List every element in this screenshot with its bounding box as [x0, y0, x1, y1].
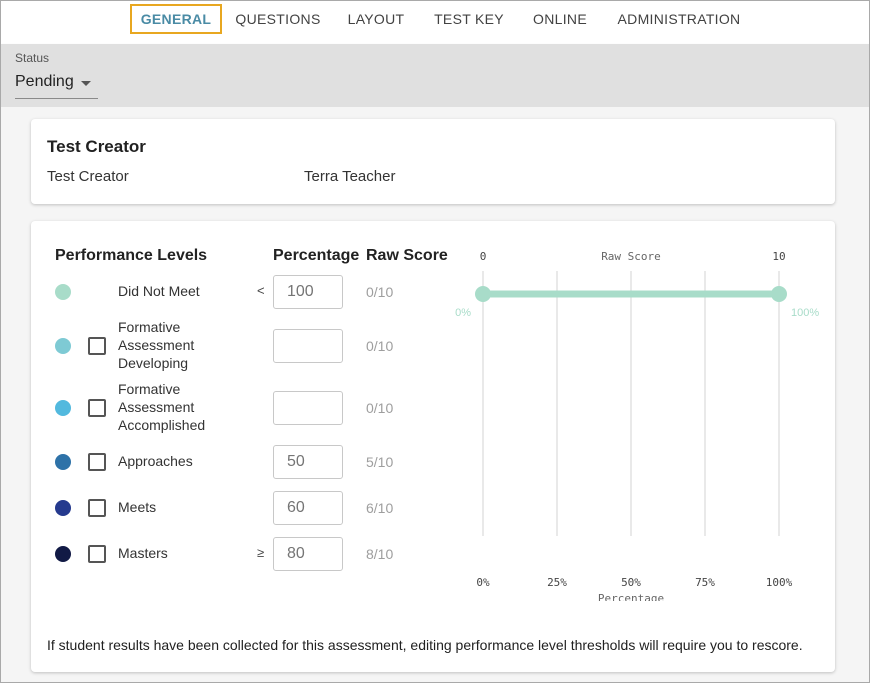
performance-chart: 0 Raw Score 10 0% 25% 50% 75% 100% Perce…: [455, 250, 819, 601]
tab-online[interactable]: ONLINE: [524, 4, 596, 34]
tab-test-key[interactable]: TEST KEY: [428, 4, 510, 34]
tab-bar: GENERAL QUESTIONS LAYOUT TEST KEY ONLINE…: [0, 0, 870, 44]
raw-score-axis-label: Raw Score: [601, 250, 661, 263]
raw-score-axis-max: 10: [772, 250, 785, 263]
percentage-input[interactable]: [273, 537, 343, 571]
raw-score-header: Raw Score: [366, 247, 448, 264]
level-color-dot: [55, 338, 71, 354]
level-checkbox[interactable]: [88, 545, 106, 563]
percentage-tick-label: 75%: [695, 576, 715, 589]
test-creator-value: Terra Teacher: [304, 168, 396, 185]
percentage-axis-label: Percentage: [598, 592, 664, 601]
tab-general[interactable]: GENERAL: [130, 4, 222, 34]
tab-questions[interactable]: QUESTIONS: [232, 4, 324, 34]
level-operator: <: [257, 283, 265, 298]
raw-score-value: 5/10: [366, 454, 394, 470]
segment-start-label: 0%: [455, 307, 471, 319]
percentage-input[interactable]: [273, 391, 343, 425]
status-value: Pending: [15, 73, 74, 90]
percentage-tick-label: 100%: [766, 576, 793, 589]
test-creator-label: Test Creator: [47, 168, 129, 185]
caret-down-icon: [81, 81, 91, 86]
percentage-input[interactable]: [273, 275, 343, 309]
percentage-input[interactable]: [273, 491, 343, 525]
level-name: Masters: [118, 545, 168, 561]
level-color-dot: [55, 400, 71, 416]
status-bar: Status Pending: [1, 44, 869, 107]
status-label: Status: [15, 51, 50, 65]
tab-layout[interactable]: LAYOUT: [338, 4, 414, 34]
raw-score-value: 0/10: [366, 284, 394, 300]
content-area: Test Creator Test Creator Terra Teacher …: [1, 107, 869, 682]
performance-levels-card: Performance Levels Percentage Raw Score …: [31, 221, 835, 672]
raw-score-axis-min: 0: [480, 250, 487, 263]
tab-administration[interactable]: ADMINISTRATION: [610, 4, 748, 34]
chart-grid: [482, 271, 780, 536]
level-checkbox[interactable]: [88, 337, 106, 355]
level-checkbox[interactable]: [88, 399, 106, 417]
level-checkbox[interactable]: [88, 453, 106, 471]
percentage-header: Percentage: [273, 247, 360, 264]
raw-score-value: 6/10: [366, 500, 394, 516]
level-color-dot: [55, 546, 71, 562]
chart-segment-end-handle[interactable]: [771, 286, 787, 302]
performance-levels-header: Performance Levels: [55, 247, 208, 264]
level-operator: ≥: [257, 545, 265, 560]
level-color-dot: [55, 500, 71, 516]
chart-segment-start-handle[interactable]: [475, 286, 491, 302]
raw-score-value: 0/10: [366, 400, 394, 416]
status-dropdown[interactable]: Pending: [15, 70, 98, 99]
test-creator-card: Test Creator Test Creator Terra Teacher: [31, 119, 835, 204]
level-color-dot: [55, 284, 71, 300]
raw-score-value: 0/10: [366, 338, 394, 354]
level-color-dot: [55, 454, 71, 470]
percentage-input[interactable]: [273, 445, 343, 479]
level-name: Did Not Meet: [118, 283, 200, 299]
level-checkbox[interactable]: [88, 499, 106, 517]
level-name: Meets: [118, 499, 157, 515]
level-name: Formative Assessment Developing: [118, 319, 195, 371]
rescore-warning: If student results have been collected f…: [47, 637, 803, 653]
level-name: Approaches: [118, 453, 193, 469]
percentage-input[interactable]: [273, 329, 343, 363]
level-name: Formative Assessment Accomplished: [118, 381, 206, 433]
percentage-tick-label: 50%: [621, 576, 641, 589]
raw-score-value: 8/10: [366, 546, 394, 562]
percentage-tick-label: 25%: [547, 576, 567, 589]
test-creator-title: Test Creator: [47, 137, 146, 156]
percentage-tick-label: 0%: [476, 576, 490, 589]
segment-end-label: 100%: [791, 307, 819, 319]
